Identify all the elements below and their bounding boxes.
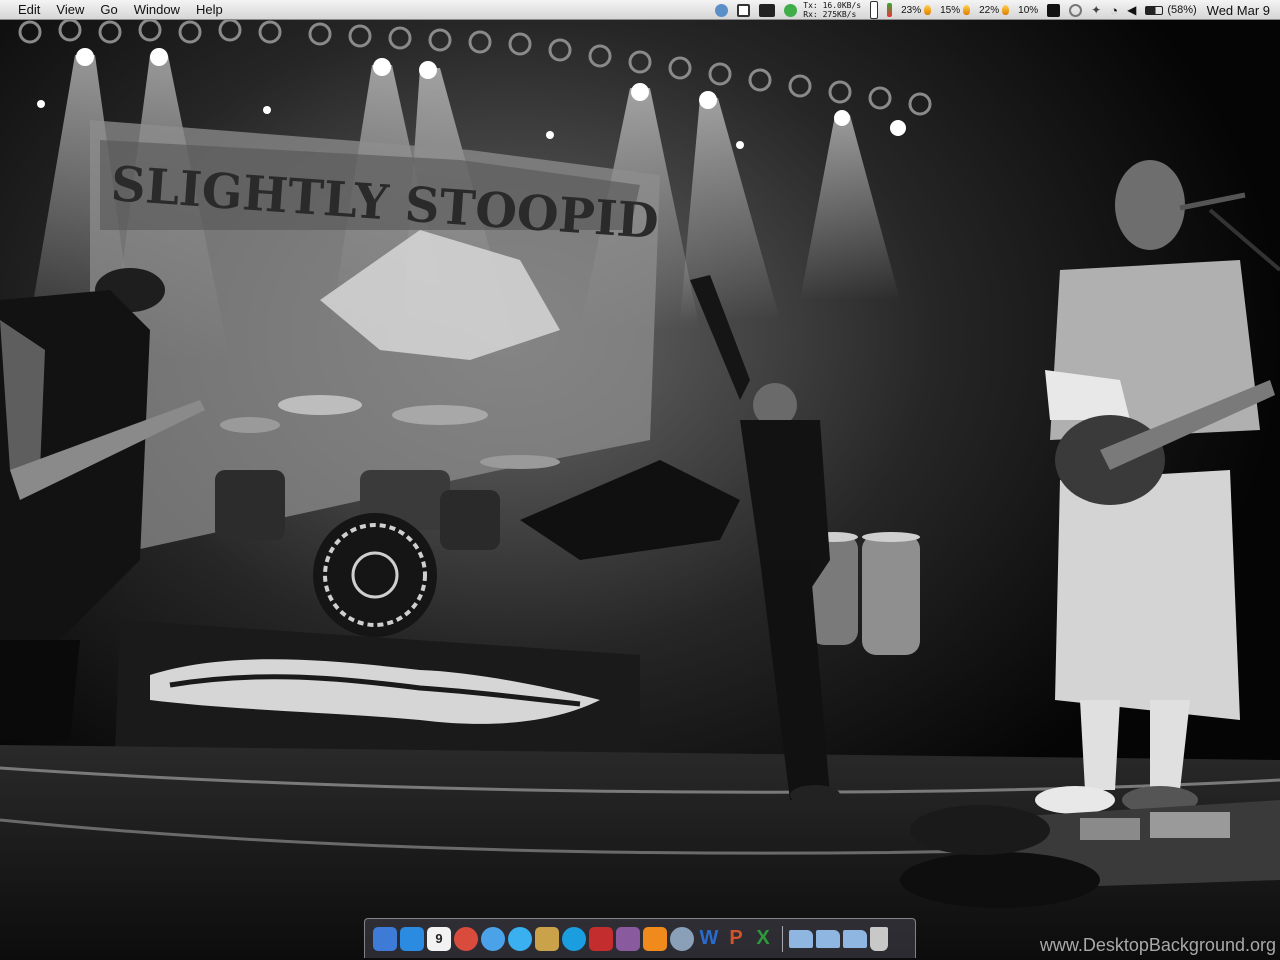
safari-icon[interactable] <box>481 926 505 951</box>
network-tx: Tx: 16.0KB/s <box>803 1 862 10</box>
word-icon[interactable]: W <box>697 927 721 951</box>
dock-separator <box>782 925 783 952</box>
textmate-icon[interactable] <box>616 926 640 951</box>
thermometer-icon[interactable] <box>887 0 893 20</box>
menu-view[interactable]: View <box>48 0 92 20</box>
documents-folder-icon[interactable] <box>816 929 840 948</box>
app-store-icon[interactable] <box>400 926 424 951</box>
chrome-icon[interactable] <box>454 926 478 951</box>
picasa-icon[interactable] <box>670 926 694 951</box>
menu-window[interactable]: Window <box>126 0 188 20</box>
network-monitor[interactable]: Tx: 16.0KB/s Rx: 275KB/s <box>803 1 861 19</box>
battery-percent[interactable]: (58%) <box>1167 0 1196 20</box>
menu-clock[interactable]: Wed Mar 9 <box>1207 3 1270 18</box>
cpu-core-3[interactable]: 22% <box>979 0 1010 20</box>
flame-icon <box>924 5 932 15</box>
powerpoint-icon[interactable]: P <box>724 927 748 951</box>
flame-icon <box>1002 5 1010 15</box>
trash-icon[interactable] <box>870 926 888 951</box>
menu-bar: Edit View Go Window Help Tx: 16.0KB/s Rx… <box>0 0 1280 20</box>
vlc-icon[interactable] <box>643 926 667 951</box>
evernote-icon[interactable] <box>784 0 798 20</box>
calendar-icon[interactable]: 9 <box>427 926 451 951</box>
wifi-icon[interactable]: ◔ <box>1110 0 1118 20</box>
desktop-wallpaper: SLIGHTLY STOOPID <box>0 0 1280 960</box>
finder-icon[interactable] <box>373 926 397 951</box>
cpu-core-4[interactable]: 10% <box>1018 0 1038 20</box>
screens-icon[interactable] <box>737 0 751 20</box>
dock: 9 WPX <box>364 918 916 958</box>
book-icon[interactable] <box>1047 0 1061 20</box>
battery-icon[interactable] <box>1145 0 1164 20</box>
skype-icon[interactable] <box>562 926 586 951</box>
menu-go[interactable]: Go <box>92 0 125 20</box>
menu-help[interactable]: Help <box>188 0 231 20</box>
cpu-1-value: 23% <box>901 4 922 16</box>
menu-list: Edit View Go Window Help <box>10 0 231 20</box>
volume-icon[interactable]: ◀ <box>1127 0 1136 20</box>
cpu-3-value: 22% <box>979 4 1000 16</box>
network-rx: Rx: 275KB/s <box>803 10 857 19</box>
messages-icon[interactable] <box>508 926 532 951</box>
cpu-core-1[interactable]: 23% <box>901 0 932 20</box>
cpu-4-value: 10% <box>1018 4 1039 16</box>
downloads-folder-icon[interactable] <box>843 929 867 948</box>
gear-status-icon[interactable] <box>715 0 729 20</box>
excel-icon[interactable]: X <box>751 927 775 951</box>
adium-icon[interactable] <box>535 926 559 951</box>
applications-folder-icon[interactable] <box>789 929 813 948</box>
menu-edit[interactable]: Edit <box>10 0 48 20</box>
time-machine-icon[interactable] <box>1069 0 1083 20</box>
terminal-icon[interactable] <box>759 0 776 20</box>
flame-icon <box>963 5 971 15</box>
status-menus: Tx: 16.0KB/s Rx: 275KB/s 23% 15% 22% 10%… <box>706 0 1270 20</box>
watermark: www.DesktopBackground.org <box>1039 935 1276 955</box>
bluetooth-icon[interactable]: ✦ <box>1091 0 1101 20</box>
memory-icon[interactable] <box>870 0 879 20</box>
cpu-core-2[interactable]: 15% <box>940 0 971 20</box>
parallels-icon[interactable] <box>589 926 613 951</box>
cpu-2-value: 15% <box>940 4 961 16</box>
